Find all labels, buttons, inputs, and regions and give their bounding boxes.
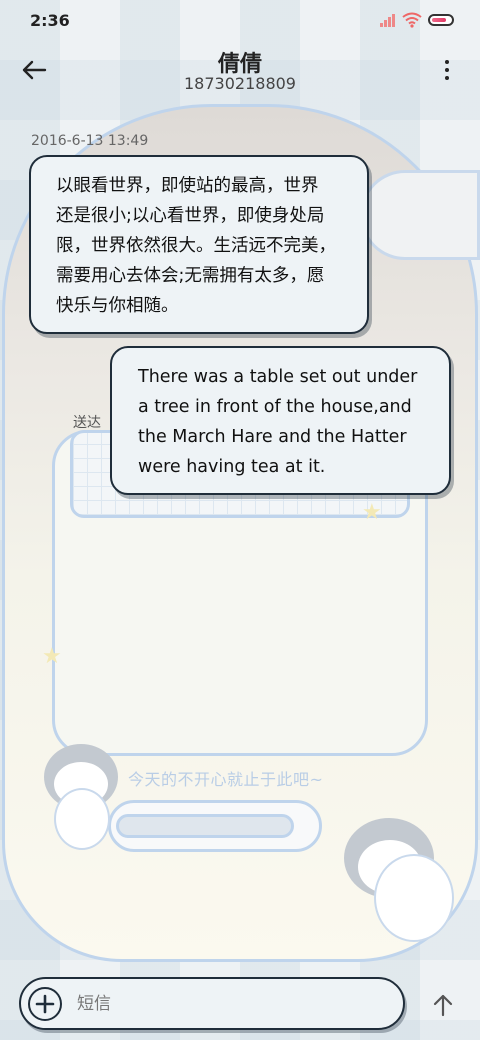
star-decoration-icon: ★ xyxy=(362,500,382,525)
message-line: 快乐与你相随。 xyxy=(56,296,179,316)
message-line: a tree in front of the house,and xyxy=(138,397,412,417)
wallpaper-caption: 今天的不开心就止于此吧~ xyxy=(128,770,324,789)
status-bar: 2:36 xyxy=(0,0,480,40)
signal-icon xyxy=(380,14,395,27)
outgoing-message-bubble[interactable]: There was a table set out under a tree i… xyxy=(110,346,451,495)
message-line: the March Hare and the Hatter xyxy=(138,427,407,447)
conversation-header: 倩倩 18730218809 xyxy=(0,40,480,104)
message-line: 限，世界依然很大。生活远不完美， xyxy=(56,236,336,256)
status-time: 2:36 xyxy=(30,11,70,30)
delivery-status: 送达 xyxy=(73,415,101,431)
message-line: 需要用心去体会;无需拥有太多，愿 xyxy=(56,266,325,286)
message-line: 以眼看世界，即使站的最高，世界 xyxy=(56,176,319,196)
incoming-message-bubble[interactable]: 以眼看世界，即使站的最高，世界 还是很小;以心看世界，即使身处局 限，世界依然很… xyxy=(29,155,369,334)
send-arrow-icon xyxy=(433,994,453,1017)
message-line: 还是很小;以心看世界，即使身处局 xyxy=(56,206,325,226)
wallpaper-slider-track xyxy=(116,814,294,838)
wifi-icon xyxy=(402,12,422,28)
battery-level-fill xyxy=(432,18,446,22)
more-vertical-icon-dot xyxy=(445,68,449,72)
penguin-illustration-right xyxy=(334,818,458,946)
more-options-button[interactable] xyxy=(432,52,462,88)
add-icon xyxy=(35,994,55,1014)
star-decoration-icon: ★ xyxy=(42,644,62,669)
send-button[interactable] xyxy=(428,988,458,1022)
add-attachment-button[interactable] xyxy=(28,987,62,1021)
message-composer xyxy=(19,977,405,1030)
message-line: were having tea at it. xyxy=(138,457,326,477)
more-vertical-icon-dot xyxy=(445,76,449,80)
battery-icon xyxy=(428,14,454,26)
contact-number: 18730218809 xyxy=(184,74,296,93)
message-input[interactable] xyxy=(77,989,397,1019)
more-vertical-icon xyxy=(445,60,449,64)
penguin-illustration-left xyxy=(26,744,136,856)
message-line: There was a table set out under xyxy=(138,367,418,387)
message-timestamp: 2016-6-13 13:49 xyxy=(31,133,149,149)
wallpaper-glass-shape xyxy=(360,170,480,260)
